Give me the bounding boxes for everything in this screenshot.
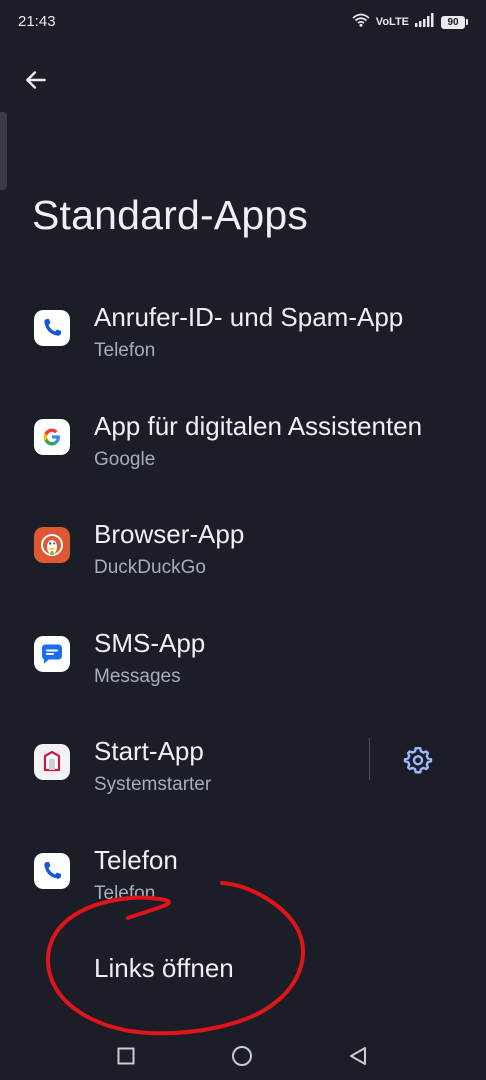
wifi-icon bbox=[352, 13, 370, 32]
volte-label: VoLTE bbox=[375, 16, 409, 28]
item-title: App für digitalen Assistenten bbox=[94, 410, 423, 441]
edge-panel-handle[interactable] bbox=[0, 112, 7, 190]
list-item-start-app[interactable]: Start-App Systemstarter bbox=[0, 714, 486, 823]
list-item-sms-app[interactable]: SMS-App Messages bbox=[0, 606, 486, 715]
duckduckgo-icon bbox=[34, 527, 70, 563]
item-title: Anrufer-ID- und Spam-App bbox=[94, 302, 404, 332]
back-button[interactable] bbox=[14, 58, 58, 102]
phone-app-icon bbox=[34, 852, 70, 889]
item-subtitle: Telefon bbox=[94, 882, 156, 904]
signal-icon bbox=[415, 12, 435, 32]
item-subtitle: Systemstarter bbox=[94, 774, 212, 795]
messages-icon bbox=[34, 635, 70, 672]
item-subtitle: DuckDuckGo bbox=[94, 557, 206, 578]
page-title: Standard-Apps bbox=[32, 192, 309, 238]
phone-app-icon bbox=[34, 310, 70, 346]
list-item-phone[interactable]: Telefon Telefon bbox=[0, 823, 486, 932]
start-app-settings-button[interactable] bbox=[396, 738, 440, 782]
square-icon bbox=[117, 1047, 135, 1065]
google-icon bbox=[34, 418, 70, 455]
system-launcher-icon bbox=[34, 744, 70, 780]
status-indicators: VoLTE 90 bbox=[352, 12, 468, 32]
default-apps-list: Anrufer-ID- und Spam-App Telefon App für… bbox=[0, 280, 486, 931]
item-subtitle: Messages bbox=[94, 665, 181, 687]
arrow-left-icon bbox=[26, 71, 46, 89]
home-button[interactable] bbox=[222, 1040, 262, 1072]
battery-icon: 90 bbox=[441, 15, 468, 29]
list-item-digital-assistant-app[interactable]: App für digitalen Assistenten Google bbox=[0, 389, 486, 498]
list-item-caller-id-spam-app[interactable]: Anrufer-ID- und Spam-App Telefon bbox=[0, 280, 486, 389]
open-links-item[interactable]: Links öffnen bbox=[94, 953, 234, 984]
recents-button[interactable] bbox=[106, 1040, 146, 1072]
item-subtitle: Telefon bbox=[94, 340, 156, 361]
item-title: Telefon bbox=[94, 844, 178, 875]
battery-level: 90 bbox=[441, 15, 465, 29]
triangle-back-icon bbox=[350, 1047, 366, 1065]
divider bbox=[369, 738, 370, 780]
circle-icon bbox=[232, 1046, 252, 1066]
item-title: SMS-App bbox=[94, 627, 206, 658]
item-title: Browser-App bbox=[94, 519, 245, 549]
navigation-bar bbox=[0, 1030, 486, 1080]
item-subtitle: Google bbox=[94, 448, 156, 470]
item-title: Start-App bbox=[94, 736, 204, 766]
list-item-browser-app[interactable]: Browser-App DuckDuckGo bbox=[0, 497, 486, 606]
gear-icon bbox=[403, 746, 433, 774]
status-time: 21:43 bbox=[18, 13, 56, 30]
status-bar: 21:43 VoLTE 90 bbox=[0, 0, 486, 44]
back-nav-button[interactable] bbox=[338, 1040, 378, 1072]
